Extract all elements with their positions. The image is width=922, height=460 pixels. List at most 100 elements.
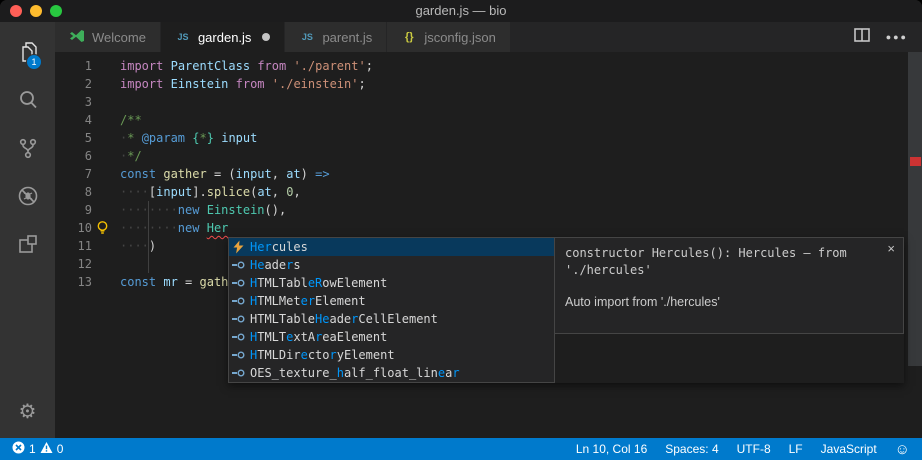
tab-label: Welcome (92, 30, 146, 45)
git-branch-icon (15, 135, 41, 166)
tab-parent-js[interactable]: JS parent.js (285, 22, 387, 52)
indentation[interactable]: Spaces: 4 (665, 442, 718, 456)
feedback-smiley-icon[interactable]: ☺ (895, 442, 910, 457)
suggest-item-label: HTMLTableHeaderCellElement (250, 312, 438, 326)
line-number: 2 (55, 75, 92, 93)
split-editor-icon[interactable] (854, 28, 870, 47)
class-symbol-icon (231, 240, 246, 254)
code-line-8[interactable]: 8····[input].splice(at, 0, (55, 183, 922, 201)
suggest-item-label: Hercules (250, 240, 308, 254)
tab-welcome[interactable]: Welcome (55, 22, 161, 52)
constant-symbol-icon (231, 348, 246, 362)
suggest-doc-detail: Auto import from './hercules' (565, 295, 879, 309)
suggest-item-label: HTMLTableRowElement (250, 276, 387, 290)
error-count: 1 (29, 442, 36, 456)
tab-garden-js[interactable]: JS garden.js (161, 22, 285, 52)
search-icon (15, 87, 41, 118)
js-icon: JS (175, 32, 191, 42)
cursor-position[interactable]: Ln 10, Col 16 (576, 442, 647, 456)
line-number: 5 (55, 129, 92, 147)
problems-errors[interactable]: 1 (12, 441, 36, 457)
editor-scrollbar[interactable] (908, 52, 922, 366)
suggest-item-HTMLTableHeaderCellElement[interactable]: HTMLTableHeaderCellElement (229, 310, 554, 328)
suggest-item-label: Headers (250, 258, 301, 272)
suggest-item-label: HTMLTextAreaElement (250, 330, 387, 344)
line-number: 7 (55, 165, 92, 183)
vscode-logo-icon (69, 28, 85, 46)
lightbulb-icon[interactable] (95, 220, 110, 239)
modified-dot-icon[interactable] (262, 33, 270, 41)
suggest-doc-panel: constructor Hercules(): Hercules — from … (554, 237, 904, 334)
line-number: 4 (55, 111, 92, 129)
sidebar-item-search[interactable] (0, 78, 55, 126)
settings-gear-button[interactable]: ⚙ (0, 399, 55, 424)
eol-sequence[interactable]: LF (789, 442, 803, 456)
vscode-window: garden.js — bio 1 (0, 0, 922, 460)
indent-guide (148, 201, 149, 273)
close-window-button[interactable] (10, 5, 22, 17)
tab-label: jsconfig.json (424, 30, 496, 45)
tab-jsconfig-json[interactable]: {} jsconfig.json (387, 22, 511, 52)
tab-bar: Welcome JS garden.js JS parent.js {} jsconfig.… (55, 22, 922, 52)
minimize-window-button[interactable] (30, 5, 42, 17)
suggest-widget: Hercules Headers HTMLTableRowElement HTMLMe… (228, 237, 904, 383)
code-line-7[interactable]: 7const gather = (input, at) => (55, 165, 922, 183)
line-number: 9 (55, 201, 92, 219)
explorer-badge: 1 (26, 54, 42, 70)
traffic-lights (10, 5, 62, 17)
gear-icon: ⚙ (19, 401, 37, 423)
line-number: 8 (55, 183, 92, 201)
window-title: garden.js — bio (415, 3, 506, 18)
suggest-item-HTMLDirectoryElement[interactable]: HTMLDirectoryElement (229, 346, 554, 364)
extensions-icon (15, 231, 41, 262)
suggest-item-label: HTMLDirectoryElement (250, 348, 395, 362)
more-actions-icon[interactable]: ●●● (886, 32, 908, 42)
code-line-1[interactable]: 1import ParentClass from './parent'; (55, 57, 922, 75)
line-number: 3 (55, 93, 92, 111)
code-line-6[interactable]: 6·*/ (55, 147, 922, 165)
language-mode[interactable]: JavaScript (821, 442, 877, 456)
line-number: 12 (55, 255, 92, 273)
line-number: 1 (55, 57, 92, 75)
problems-warnings[interactable]: 0 (40, 441, 64, 457)
code-line-9[interactable]: 9········new Einstein(), (55, 201, 922, 219)
line-number: 10 (55, 219, 92, 237)
constant-symbol-icon (231, 366, 246, 380)
suggest-item-OES_texture_half_float_linear[interactable]: OES_texture_half_float_linear (229, 364, 554, 382)
code-line-2[interactable]: 2import Einstein from './einstein'; (55, 75, 922, 93)
line-number: 13 (55, 273, 92, 291)
activity-bar: 1 (0, 22, 55, 438)
tab-label: garden.js (198, 30, 251, 45)
warning-count: 0 (57, 442, 64, 456)
suggest-item-HTMLTableRowElement[interactable]: HTMLTableRowElement (229, 274, 554, 292)
close-icon[interactable]: × (887, 241, 895, 256)
encoding[interactable]: UTF-8 (737, 442, 771, 456)
suggest-item-Hercules[interactable]: Hercules (229, 238, 554, 256)
constant-symbol-icon (231, 312, 246, 326)
line-number: 6 (55, 147, 92, 165)
code-line-3[interactable]: 3 (55, 93, 922, 111)
suggest-item-Headers[interactable]: Headers (229, 256, 554, 274)
sidebar-item-debug[interactable] (0, 174, 55, 222)
zoom-window-button[interactable] (50, 5, 62, 17)
constant-symbol-icon (231, 294, 246, 308)
json-icon: {} (401, 31, 417, 43)
tab-label: parent.js (322, 30, 372, 45)
constant-symbol-icon (231, 258, 246, 272)
overview-ruler-error-mark (910, 157, 921, 166)
suggest-item-label: HTMLMeterElement (250, 294, 366, 308)
suggest-item-HTMLTextAreaElement[interactable]: HTMLTextAreaElement (229, 328, 554, 346)
line-number: 11 (55, 237, 92, 255)
code-line-4[interactable]: 4/** (55, 111, 922, 129)
code-line-5[interactable]: 5·* @param {*} input (55, 129, 922, 147)
editor-actions: ●●● (854, 22, 922, 52)
js-icon: JS (299, 32, 315, 42)
suggest-item-HTMLMeterElement[interactable]: HTMLMeterElement (229, 292, 554, 310)
sidebar-item-explorer[interactable]: 1 (0, 30, 55, 78)
debug-icon (15, 183, 41, 214)
constant-symbol-icon (231, 276, 246, 290)
sidebar-item-source-control[interactable] (0, 126, 55, 174)
code-line-10[interactable]: 10········new Her (55, 219, 922, 237)
sidebar-item-extensions[interactable] (0, 222, 55, 270)
title-bar: garden.js — bio (0, 0, 922, 22)
